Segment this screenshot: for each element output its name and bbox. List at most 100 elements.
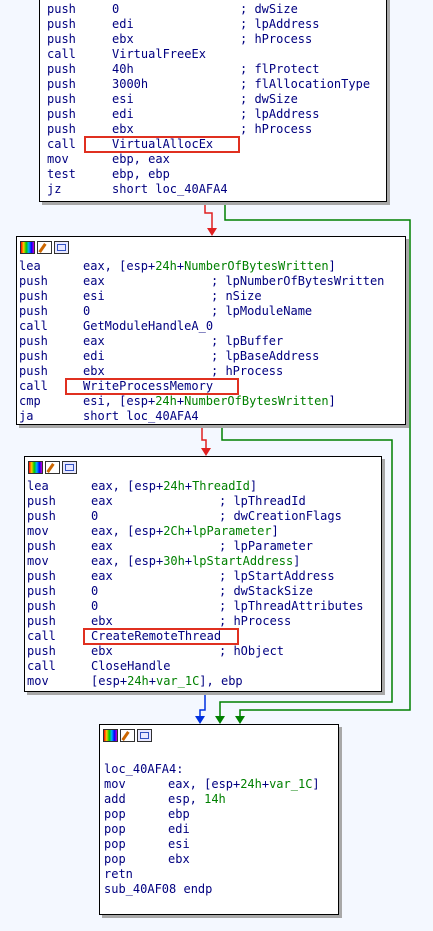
code-block-thread[interactable]: lea eax, [esp+ 24h + ThreadId] push eax; lpThr… (24, 456, 382, 692)
asm-line[interactable]: push 40h ; flProtect (47, 62, 386, 77)
mnemonic: pop (104, 822, 126, 836)
asm-line[interactable]: ja short loc_40AFA4 (19, 409, 405, 424)
asm-line[interactable]: mov eax, [esp+ 24h + var_1C] (104, 777, 338, 792)
operand: ebx (112, 32, 134, 46)
asm-line[interactable]: push edi ; lpAddress (47, 107, 386, 122)
code-block-write[interactable]: lea eax, [esp+ 24h + NumberOfBytesWritten] pu… (16, 236, 406, 425)
code-block-return[interactable]: loc_40AFA4: mov eax, [esp+ 24h + var_1C] add es… (99, 724, 339, 915)
asm-line[interactable]: pop ebp (104, 807, 338, 822)
color-icon[interactable] (20, 240, 35, 254)
highlight-box (84, 136, 240, 153)
asm-line[interactable]: push ebx ; hProcess (47, 122, 386, 137)
asm-line[interactable]: retn (104, 867, 338, 882)
operand-symbol: var_1C (269, 777, 313, 791)
highlight-box (65, 378, 239, 395)
asm-line[interactable]: push eax ; lpThreadId (27, 494, 381, 509)
operand-offset: 24h (127, 674, 149, 688)
mnemonic: push (47, 77, 76, 91)
mnemonic: push (19, 289, 48, 303)
color-icon[interactable] (103, 728, 118, 742)
code-block-alloc[interactable]: push 0 ; dwSize push edi ; lpAddress push ebx ; … (39, 0, 387, 202)
graph-icon[interactable] (137, 728, 152, 742)
true-edge-arrow (215, 716, 225, 724)
operand: eax, [esp+ (168, 777, 241, 791)
graph-view[interactable]: push 0 ; dwSize push edi ; lpAddress push ebx ; … (0, 0, 433, 931)
asm-line[interactable]: mov [esp+ 24h + var_1C], ebp (27, 674, 381, 689)
asm-line[interactable]: jz short loc_40AFA4 (47, 182, 386, 197)
asm-line[interactable]: call VirtualFreeEx (47, 47, 386, 62)
comment: ; lpBaseAddress (211, 349, 320, 363)
asm-line[interactable]: add esp, 14h (104, 792, 338, 807)
asm-line[interactable]: pop esi (104, 837, 338, 852)
operand-symbol: var_1C (155, 674, 200, 688)
operand: esi (83, 289, 105, 303)
asm-line[interactable]: push 0 ; lpModuleName (19, 304, 405, 319)
operand: eax, [esp+ (91, 554, 164, 568)
asm-line[interactable]: pop ebx (104, 852, 338, 867)
operand: ] (293, 554, 301, 568)
asm-line[interactable]: push eax ; lpStartAddress (27, 569, 381, 584)
asm-line[interactable]: lea eax, [esp+ 24h + NumberOfBytesWritten] (19, 259, 405, 274)
asm-line[interactable]: push edi ; lpAddress (47, 17, 386, 32)
edit-icon[interactable] (120, 728, 135, 742)
asm-line[interactable]: push edi ; lpBaseAddress (19, 349, 405, 364)
mnemonic: push (19, 304, 48, 318)
operand: GetModuleHandleA_0 (83, 319, 214, 333)
mnemonic: test (47, 167, 76, 181)
color-icon[interactable] (28, 460, 43, 474)
mnemonic: mov (47, 152, 69, 166)
mnemonic: push (27, 569, 56, 583)
asm-line[interactable]: mov ebp, eax (47, 152, 386, 167)
asm-line[interactable]: cmp esi, [esp+ 24h + NumberOfBytesWritten] (19, 394, 405, 409)
mnemonic: mov (27, 674, 49, 688)
comment: ; lpThreadAttributes (219, 599, 364, 613)
edit-icon[interactable] (37, 240, 52, 254)
asm-line[interactable]: push eax ; lpParameter (27, 539, 381, 554)
operand-offset: 24h (240, 777, 262, 791)
mnemonic: cmp (19, 394, 41, 408)
asm-line[interactable]: mov eax, [esp+ 30h + lpStartAddress] (27, 554, 381, 569)
operand: ebx (168, 852, 190, 866)
mnemonic: push (47, 92, 76, 106)
operand: 40h (112, 62, 134, 76)
asm-line[interactable]: push ebx ; hProcess (19, 364, 405, 379)
mnemonic: lea (27, 479, 49, 493)
asm-line[interactable]: sub_40AF08 endp (104, 882, 338, 897)
mnemonic: call (47, 47, 76, 61)
operand: esp, (168, 792, 205, 806)
true-edge-arrow (235, 716, 245, 724)
asm-line[interactable]: push 0 ; dwCreationFlags (27, 509, 381, 524)
comment: ; flProtect (240, 62, 320, 76)
asm-line[interactable]: push esi ; dwSize (47, 92, 386, 107)
asm-line[interactable]: call CloseHandle (27, 659, 381, 674)
operand: 0 (91, 584, 99, 598)
operand: eax (83, 334, 105, 348)
asm-line[interactable]: loc_40AFA4: (104, 762, 338, 777)
edit-icon[interactable] (45, 460, 60, 474)
asm-line[interactable]: pop edi (104, 822, 338, 837)
operand: + (176, 394, 185, 408)
asm-line[interactable]: push ebx ; hObject (27, 644, 381, 659)
asm-line[interactable]: test ebp, ebp (47, 167, 386, 182)
asm-line[interactable]: push 0 ; lpThreadAttributes (27, 599, 381, 614)
operand-symbol: lpParameter (192, 524, 272, 538)
asm-line[interactable]: push 0 ; dwStackSize (27, 584, 381, 599)
asm-line[interactable]: push esi ; nSize (19, 289, 405, 304)
asm-line[interactable]: lea eax, [esp+ 24h + ThreadId] (27, 479, 381, 494)
graph-icon[interactable] (62, 460, 77, 474)
asm-line[interactable]: push 0 ; dwSize (47, 2, 386, 17)
graph-icon[interactable] (54, 240, 69, 254)
asm-line[interactable]: mov eax, [esp+ 2Ch + lpParameter] (27, 524, 381, 539)
asm-line[interactable]: push ebx ; hProcess (47, 32, 386, 47)
asm-line[interactable]: push eax ; lpBuffer (19, 334, 405, 349)
comment: ; nSize (211, 289, 262, 303)
asm-line[interactable]: push eax ; lpNumberOfBytesWritten (19, 274, 405, 289)
operand-offset: 30h (163, 554, 185, 568)
asm-line[interactable]: push 3000h ; flAllocationType (47, 77, 386, 92)
asm-line[interactable]: call GetModuleHandleA_0 (19, 319, 405, 334)
asm-line[interactable] (104, 747, 338, 762)
operand: esi (112, 92, 134, 106)
mnemonic: retn (104, 867, 133, 881)
asm-line[interactable]: push ebx ; hProcess (27, 614, 381, 629)
highlight-box (83, 628, 239, 645)
